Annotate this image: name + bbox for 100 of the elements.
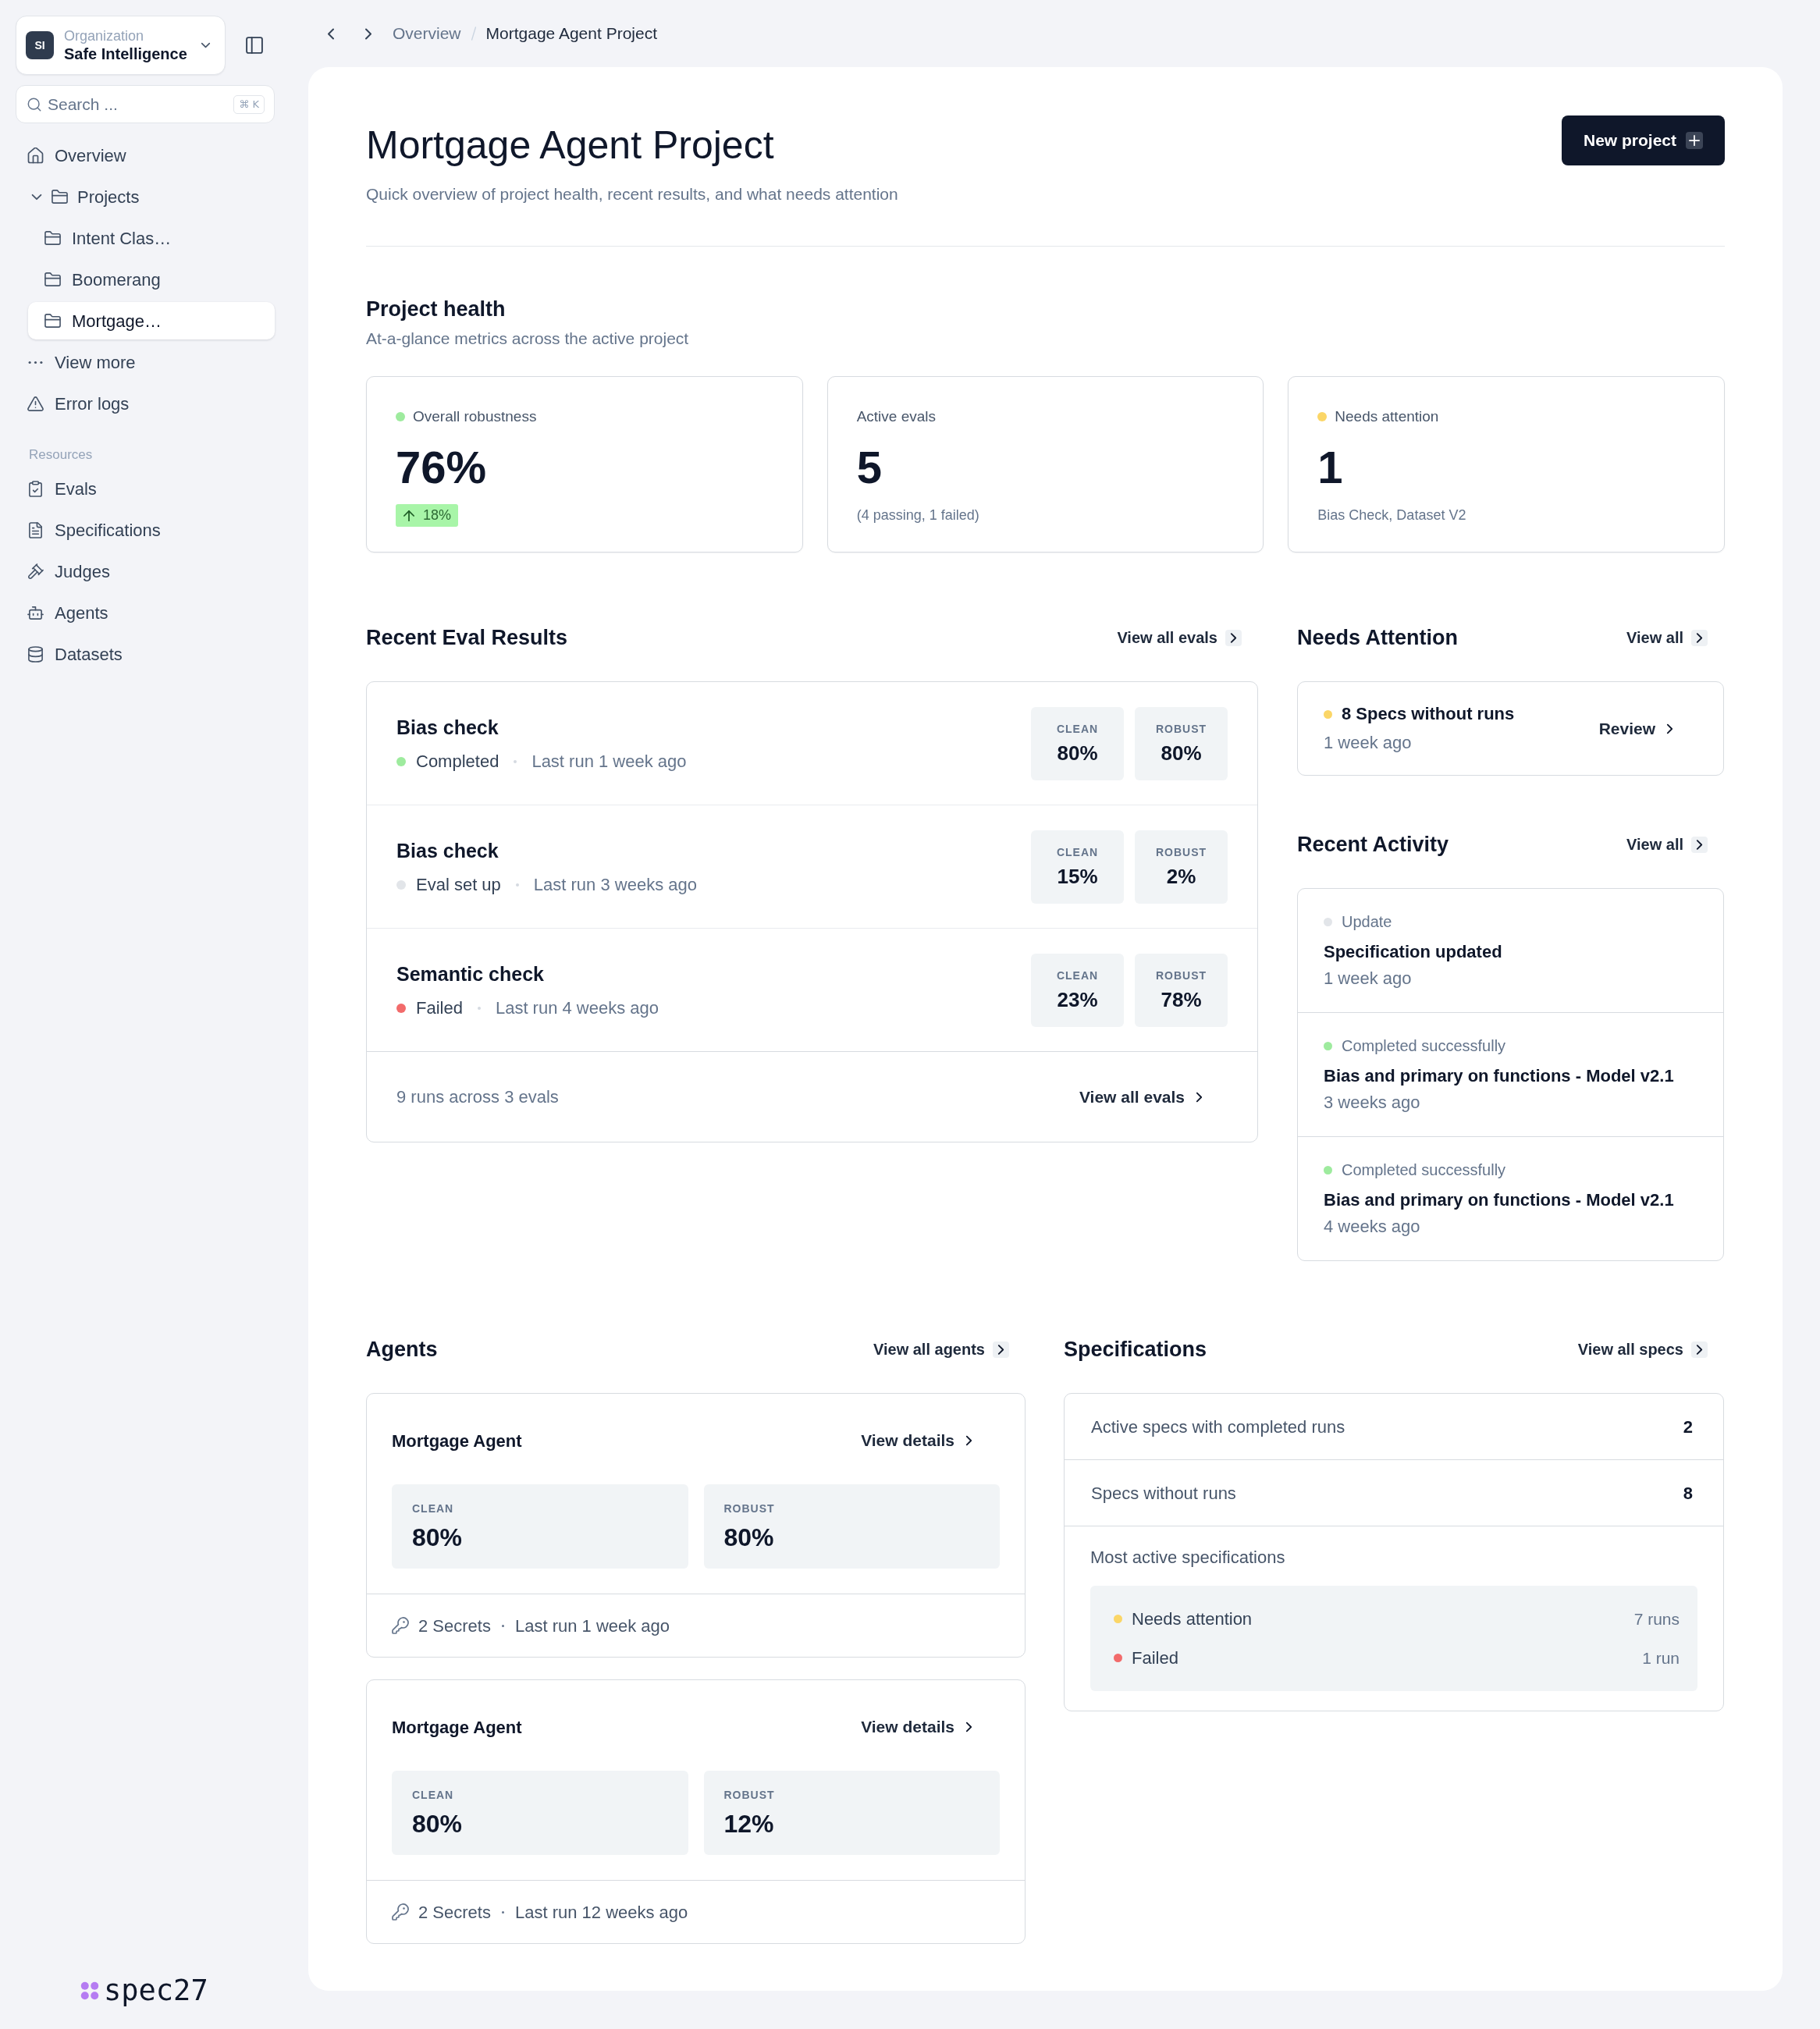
score-value: 80% [723, 1523, 774, 1552]
chevron-right-icon [965, 1435, 972, 1446]
shortcut-hint: ⌘ K [233, 94, 265, 114]
view-all-evals-link[interactable]: View all evals [1079, 1084, 1203, 1110]
score-value: 15% [1057, 864, 1098, 889]
plus-icon [1686, 132, 1703, 149]
score-value: 80% [1161, 741, 1202, 766]
score-value: 80% [1057, 741, 1098, 766]
sidebar-item[interactable]: Projects [16, 178, 275, 215]
spec-status-label: Needs attention [1132, 1608, 1253, 1630]
sidebar-item[interactable]: Agents [16, 594, 275, 631]
activity-time: 4 weeks ago [1324, 1216, 1420, 1238]
score-label: ROBUST [723, 1501, 775, 1516]
sidebar-item[interactable]: Error logs [16, 385, 275, 422]
chevron-right-icon [1196, 1091, 1203, 1103]
breadcrumb-current: Mortgage Agent Project [485, 23, 657, 44]
section-title: Recent Activity [1297, 832, 1449, 858]
score-value: 80% [412, 1809, 463, 1839]
section-title: Recent Eval Results [366, 625, 568, 651]
metric-label: Overall robustness [413, 407, 537, 426]
home-icon [27, 147, 44, 164]
sidebar-item[interactable]: Intent Clas… [28, 219, 275, 257]
spec-stat-label: Specs without runs [1091, 1482, 1236, 1505]
section-title: Agents [366, 1337, 438, 1363]
score-label: CLEAN [412, 1501, 454, 1516]
score-value: 80% [412, 1523, 463, 1552]
sidebar-panel-icon[interactable] [246, 37, 263, 54]
score-label: CLEAN [1056, 968, 1099, 983]
last-run-text: Last run 1 week ago [531, 750, 687, 773]
sidebar-item[interactable]: View more [16, 343, 275, 381]
logo-dots-icon [80, 1981, 99, 2000]
metric-note: Bias Check, Dataset V2 [1317, 506, 1466, 524]
spec-stat-label: Active specs with completed runs [1091, 1416, 1345, 1438]
spec-stat-value: 2 [1683, 1416, 1693, 1438]
score-label: ROBUST [723, 1788, 775, 1803]
sidebar-item[interactable]: Evals [16, 470, 275, 507]
metric-value: 5 [856, 442, 882, 492]
organization-switcher[interactable]: SI Organization Safe Intelligence [16, 16, 226, 75]
robot-icon [27, 604, 44, 621]
view-details-link[interactable]: View details [861, 1715, 972, 1739]
back-icon[interactable] [327, 27, 335, 40]
sidebar-item[interactable]: Specifications [16, 511, 275, 549]
eval-name: Bias check [396, 838, 499, 863]
metric-value: 76% [396, 442, 487, 492]
section-label: Resources [28, 446, 94, 464]
score-value: 12% [723, 1809, 774, 1839]
page-title: Mortgage Agent Project [366, 123, 775, 169]
view-all-link[interactable]: View all [1626, 833, 1708, 856]
clipboard-check-icon [27, 480, 44, 497]
score-label: CLEAN [1056, 845, 1099, 860]
view-details-link[interactable]: View details [861, 1428, 972, 1453]
sidebar-item[interactable]: Boomerang [28, 261, 275, 298]
last-run-text: Last run 1 week ago [514, 1615, 670, 1637]
last-run-text: Last run 12 weeks ago [514, 1901, 688, 1924]
chevron-down-icon [201, 42, 211, 48]
score-label: CLEAN [412, 1788, 454, 1803]
activity-time: 1 week ago [1324, 968, 1412, 990]
chevron-right-icon [1691, 629, 1708, 646]
attention-time: 1 week ago [1324, 732, 1412, 754]
sidebar-item[interactable]: Mortgage… [28, 302, 275, 339]
sidebar-item[interactable]: Overview [16, 137, 275, 174]
score-label: ROBUST [1155, 845, 1207, 860]
run-count: 1 run [1642, 1647, 1680, 1668]
activity-title: Specification updated [1324, 941, 1502, 963]
new-project-button[interactable]: New project [1561, 115, 1725, 165]
spec-stat-value: 8 [1683, 1482, 1693, 1505]
database-icon [27, 645, 44, 663]
activity-type: Completed successfully [1342, 1160, 1506, 1180]
gavel-icon [27, 563, 44, 580]
score-value: 23% [1057, 987, 1098, 1012]
folder-icon [44, 271, 61, 288]
breadcrumb-link[interactable]: Overview [393, 21, 461, 46]
agent-name: Mortgage Agent [392, 1430, 522, 1452]
run-count: 7 runs [1633, 1608, 1680, 1629]
chevron-right-icon [1225, 629, 1242, 646]
activity-time: 3 weeks ago [1324, 1092, 1420, 1114]
view-all-link[interactable]: View all evals [1117, 626, 1242, 649]
section-title: Specifications [1064, 1337, 1207, 1363]
review-button[interactable]: Review [1598, 716, 1673, 741]
secrets-count: 2 Secrets [418, 1901, 491, 1924]
eval-name: Bias check [396, 715, 499, 740]
forward-icon[interactable] [364, 27, 372, 40]
eval-name: Semantic check [396, 961, 544, 986]
sidebar-item[interactable]: Judges [16, 553, 275, 590]
last-run-text: Last run 3 weeks ago [533, 873, 697, 896]
activity-type: Update [1342, 912, 1392, 932]
warning-icon [27, 395, 44, 412]
section-subtitle: At-a-glance metrics across the active project [366, 329, 690, 349]
activity-type: Completed successfully [1342, 1036, 1506, 1056]
section-title: Project health [366, 297, 507, 322]
search-input[interactable]: Search ... [48, 91, 228, 117]
key-icon [392, 1617, 409, 1634]
sidebar-item[interactable]: Datasets [16, 635, 275, 673]
slash-separator-icon [470, 26, 477, 41]
view-all-link[interactable]: View all specs [1577, 1338, 1708, 1361]
org-avatar: SI [26, 31, 54, 59]
score-label: ROBUST [1155, 722, 1207, 737]
view-all-link[interactable]: View all [1626, 626, 1708, 649]
view-all-link[interactable]: View all agents [873, 1338, 1009, 1361]
agent-name: Mortgage Agent [392, 1716, 522, 1739]
